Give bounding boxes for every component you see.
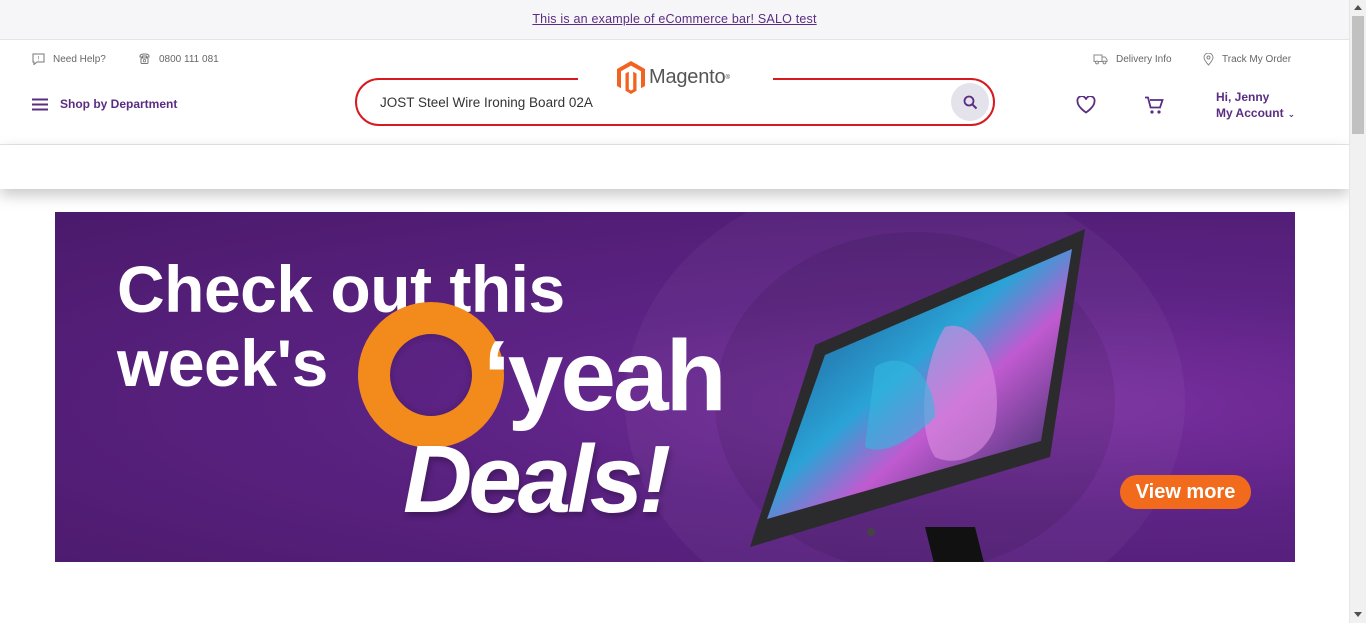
cart-icon xyxy=(1145,96,1164,114)
chevron-down-icon: ⌄ xyxy=(1287,109,1296,119)
account-greeting: Hi, Jenny xyxy=(1216,90,1270,104)
svg-text:!: ! xyxy=(37,56,39,63)
page-scrollbar[interactable] xyxy=(1349,0,1366,623)
banner-line-1: Check out this xyxy=(117,252,565,326)
trademark-mark: ® xyxy=(725,74,730,81)
account-menu[interactable]: Hi, Jenny My Account ⌄ xyxy=(1216,89,1295,122)
hamburger-icon xyxy=(32,98,48,110)
search-input[interactable] xyxy=(380,91,940,113)
search-icon xyxy=(963,95,977,109)
map-pin-icon xyxy=(1203,53,1214,66)
delivery-info-link[interactable]: Delivery Info xyxy=(1093,53,1172,65)
promo-link[interactable]: This is an example of eCommerce bar! SAL… xyxy=(532,12,816,26)
view-more-button[interactable]: View more xyxy=(1120,475,1251,509)
banner-yeah-text: ‘yeah xyxy=(483,320,727,432)
truck-icon xyxy=(1093,54,1108,65)
magento-logo[interactable]: Magento ® xyxy=(617,61,730,94)
scroll-down-arrow[interactable] xyxy=(1354,612,1362,617)
scrollbar-thumb[interactable] xyxy=(1352,16,1364,134)
search-button[interactable] xyxy=(951,83,989,121)
imac-pro-image xyxy=(750,229,1085,562)
navigation-bar xyxy=(0,145,1349,189)
track-order-link[interactable]: Track My Order xyxy=(1203,53,1291,66)
track-order-label: Track My Order xyxy=(1222,54,1292,65)
phone-number: 0800 111 081 xyxy=(159,53,219,65)
phone-icon xyxy=(139,53,150,64)
account-label: My Account xyxy=(1216,106,1284,120)
chat-help-icon: ! xyxy=(32,53,45,65)
banner-deals-text: Deals! xyxy=(403,426,671,533)
promo-bar: This is an example of eCommerce bar! SAL… xyxy=(0,0,1349,40)
hero-banner[interactable]: Check out this week's ‘yeah Deals! View … xyxy=(55,212,1295,562)
shop-by-department-label: Shop by Department xyxy=(60,97,178,111)
wishlist-button[interactable] xyxy=(1076,95,1096,119)
shop-by-department-button[interactable]: Shop by Department xyxy=(32,97,177,111)
cart-button[interactable] xyxy=(1144,96,1165,120)
delivery-info-label: Delivery Info xyxy=(1116,53,1172,65)
need-help-label: Need Help? xyxy=(53,53,106,65)
heart-icon xyxy=(1076,95,1096,114)
phone-link[interactable]: 0800 111 081 xyxy=(138,53,219,65)
magento-logo-icon xyxy=(617,61,645,94)
site-header: ! Need Help? 0800 111 081 Delivery Info … xyxy=(0,40,1349,145)
scroll-up-arrow[interactable] xyxy=(1354,5,1362,10)
logo-text: Magento xyxy=(649,66,726,88)
need-help-link[interactable]: ! Need Help? xyxy=(32,53,106,65)
